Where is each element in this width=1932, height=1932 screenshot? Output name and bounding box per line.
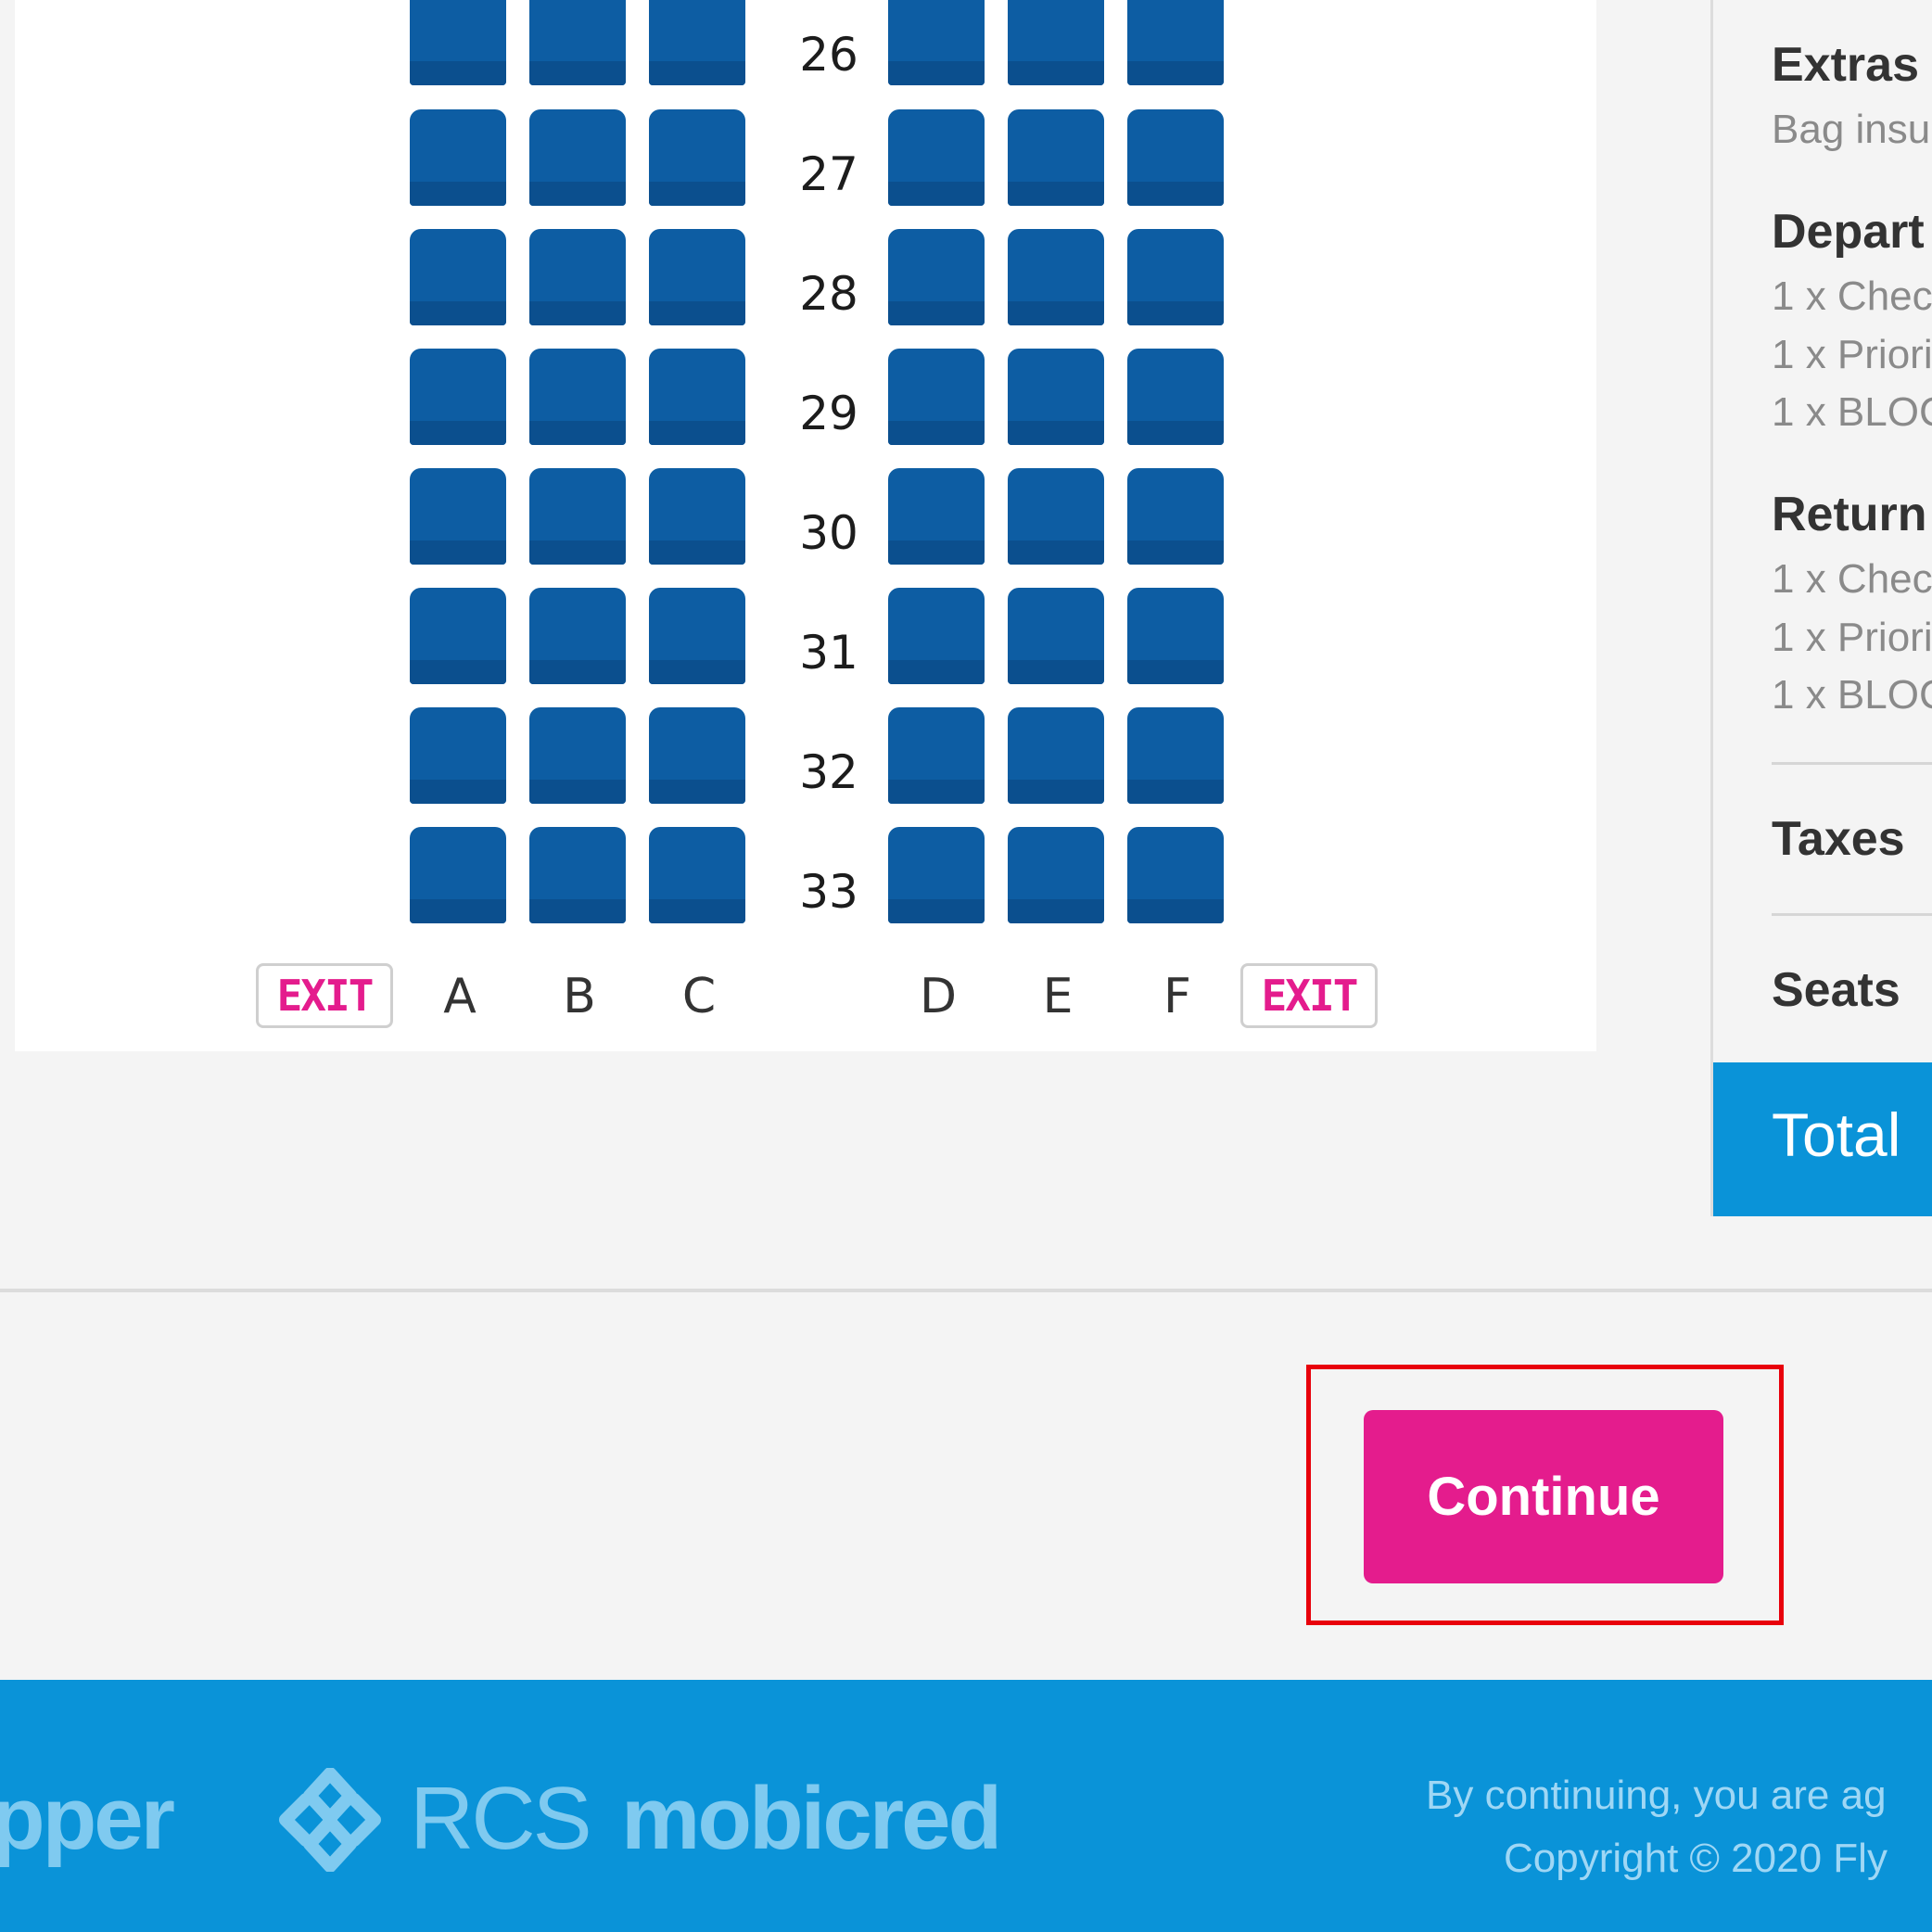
summary-divider (1772, 913, 1932, 916)
row-number: 27 (799, 147, 858, 201)
seat-28f[interactable] (1127, 229, 1224, 325)
departure-item: 1 x BLOC (1772, 389, 1932, 435)
seat-33f[interactable] (1127, 827, 1224, 923)
seat-30c[interactable] (649, 468, 745, 565)
seat-32c[interactable] (649, 707, 745, 804)
seat-31f[interactable] (1127, 588, 1224, 684)
seat-29d[interactable] (888, 349, 985, 445)
total-bar: Total (1713, 1062, 1932, 1216)
return-heading: Return (1772, 488, 1927, 541)
seat-grid: 26 27 28 29 30 31 32 33 (15, 0, 1596, 1051)
seat-32b[interactable] (529, 707, 626, 804)
booking-summary-panel: Extras Bag insu Depart 1 x Chec 1 x Prio… (1710, 0, 1932, 1216)
seat-33a[interactable] (410, 827, 506, 923)
brand-logo-payment: pper (0, 1769, 175, 1868)
seat-29b[interactable] (529, 349, 626, 445)
seat-29e[interactable] (1008, 349, 1104, 445)
seat-30d[interactable] (888, 468, 985, 565)
seat-33c[interactable] (649, 827, 745, 923)
departure-item: 1 x Chec (1772, 273, 1932, 319)
seat-28a[interactable] (410, 229, 506, 325)
seat-27c[interactable] (649, 109, 745, 206)
seat-26c[interactable] (649, 0, 745, 85)
extras-item: Bag insu (1772, 107, 1931, 152)
seat-26d[interactable] (888, 0, 985, 85)
legal-text: By continuing, you are ag (1426, 1773, 1887, 1818)
seat-28c[interactable] (649, 229, 745, 325)
seat-33d[interactable] (888, 827, 985, 923)
seat-28d[interactable] (888, 229, 985, 325)
section-divider (0, 1289, 1932, 1292)
seat-31a[interactable] (410, 588, 506, 684)
row-number: 31 (799, 626, 858, 680)
return-item: 1 x Chec (1772, 556, 1932, 602)
row-number: 33 (799, 865, 858, 919)
row-number: 29 (799, 387, 858, 440)
return-item: 1 x BLOC (1772, 672, 1932, 718)
seat-29c[interactable] (649, 349, 745, 445)
exit-marker-right: EXIT (1240, 963, 1378, 1028)
column-label-c: C (681, 969, 717, 1024)
taxes-label: Taxes (1772, 812, 1905, 866)
footer: pper RCS mobicred By continuing, you are… (0, 1680, 1932, 1932)
total-label: Total (1772, 1100, 1901, 1169)
seat-29a[interactable] (410, 349, 506, 445)
brand-logo-mobicred: mobicred (621, 1769, 1002, 1868)
seat-28b[interactable] (529, 229, 626, 325)
row-number: 30 (799, 506, 858, 560)
seat-30a[interactable] (410, 468, 506, 565)
seat-26a[interactable] (410, 0, 506, 85)
return-item: 1 x Priori (1772, 615, 1932, 660)
departure-item: 1 x Priori (1772, 332, 1932, 377)
seat-27e[interactable] (1008, 109, 1104, 206)
seats-label: Seats (1772, 963, 1900, 1017)
continue-button[interactable]: Continue (1364, 1410, 1723, 1583)
seat-32e[interactable] (1008, 707, 1104, 804)
column-label-d: D (919, 969, 958, 1024)
seat-30e[interactable] (1008, 468, 1104, 565)
extras-heading: Extras (1772, 38, 1919, 92)
seat-26b[interactable] (529, 0, 626, 85)
booking-seat-selection-page: 26 27 28 29 30 31 32 33 EXIT A B C D E F EXIT E… (0, 0, 1932, 1932)
summary-divider (1772, 762, 1932, 765)
departure-heading: Depart (1772, 205, 1925, 259)
row-number: 26 (799, 28, 858, 82)
seat-30b[interactable] (529, 468, 626, 565)
copyright-text: Copyright © 2020 Fly (1504, 1836, 1888, 1881)
column-label-a: A (443, 969, 477, 1024)
seat-31c[interactable] (649, 588, 745, 684)
seat-27f[interactable] (1127, 109, 1224, 206)
rcs-icon (279, 1768, 381, 1872)
seat-31b[interactable] (529, 588, 626, 684)
seat-28e[interactable] (1008, 229, 1104, 325)
seat-27d[interactable] (888, 109, 985, 206)
brand-logo-rcs: RCS (410, 1769, 592, 1868)
seat-map: 26 27 28 29 30 31 32 33 EXIT A B C D E F EXIT (15, 0, 1596, 1051)
seat-26e[interactable] (1008, 0, 1104, 85)
row-number: 32 (799, 745, 858, 799)
seat-27a[interactable] (410, 109, 506, 206)
seat-31d[interactable] (888, 588, 985, 684)
seat-26f[interactable] (1127, 0, 1224, 85)
column-label-e: E (1042, 969, 1074, 1024)
seat-31e[interactable] (1008, 588, 1104, 684)
seat-29f[interactable] (1127, 349, 1224, 445)
column-label-f: F (1163, 969, 1191, 1024)
seat-30f[interactable] (1127, 468, 1224, 565)
seat-32a[interactable] (410, 707, 506, 804)
seat-33b[interactable] (529, 827, 626, 923)
seat-27b[interactable] (529, 109, 626, 206)
seat-32d[interactable] (888, 707, 985, 804)
exit-marker-left: EXIT (256, 963, 393, 1028)
seat-32f[interactable] (1127, 707, 1224, 804)
column-label-b: B (563, 969, 596, 1024)
row-number: 28 (799, 267, 858, 321)
seat-33e[interactable] (1008, 827, 1104, 923)
